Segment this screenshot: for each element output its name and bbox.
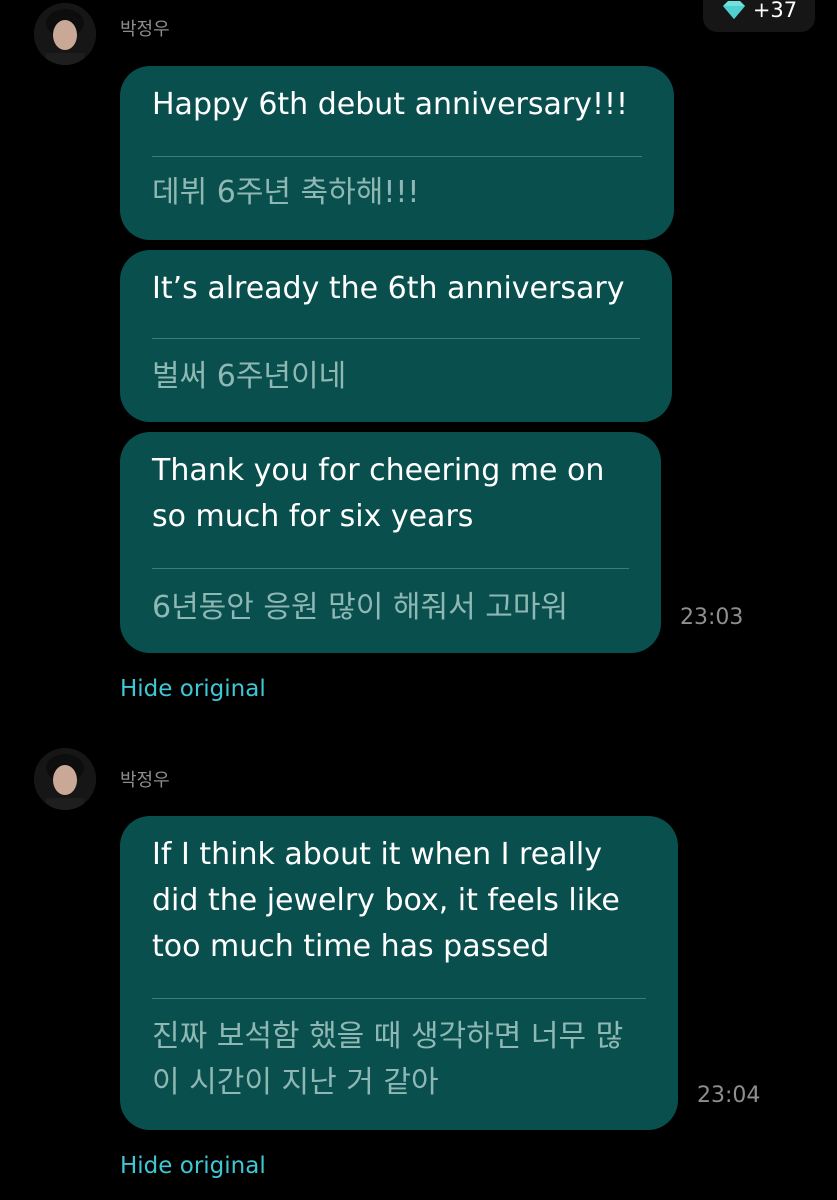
message-translation: It’s already the 6th anniversary xyxy=(152,271,625,306)
diamond-count-badge[interactable]: +37 xyxy=(703,0,815,32)
artist-avatar-icon xyxy=(34,3,96,65)
message-translation: If I think about it when I really did th… xyxy=(152,837,620,964)
artist-avatar-icon xyxy=(34,748,96,810)
message-original: 벌써 6주년이네 xyxy=(152,359,347,394)
sender-name: 박정우 xyxy=(120,19,170,40)
message-translation: Happy 6th debut anniversary!!! xyxy=(152,87,629,122)
message-bubble[interactable]: Thank you for cheering me on so much for… xyxy=(120,432,661,653)
bubble-divider xyxy=(152,338,640,339)
sender-name: 박정우 xyxy=(120,770,170,791)
message-original: 데뷔 6주년 축하해!!! xyxy=(152,175,420,210)
sender-avatar[interactable] xyxy=(34,3,96,65)
message-timestamp: 23:03 xyxy=(680,605,744,630)
sender-avatar[interactable] xyxy=(34,748,96,810)
bubble-divider xyxy=(152,156,642,157)
diamond-icon xyxy=(722,1,745,19)
message-timestamp: 23:04 xyxy=(697,1083,761,1108)
bubble-divider xyxy=(152,568,629,569)
hide-original-button[interactable]: Hide original xyxy=(120,675,266,703)
message-original: 진짜 보석함 했을 때 생각하면 너무 많 이 시간이 지난 거 같아 xyxy=(152,1019,624,1100)
message-bubble[interactable]: It’s already the 6th anniversary 벌써 6주년이… xyxy=(120,250,672,422)
message-translation: Thank you for cheering me on so much for… xyxy=(152,453,605,534)
hide-original-button[interactable]: Hide original xyxy=(120,1152,266,1180)
bubble-divider xyxy=(152,998,646,999)
message-bubble[interactable]: If I think about it when I really did th… xyxy=(120,816,678,1130)
message-original: 6년동안 응원 많이 해줘서 고마워 xyxy=(152,590,569,625)
message-bubble[interactable]: Happy 6th debut anniversary!!! 데뷔 6주년 축하… xyxy=(120,66,674,240)
diamond-count: +37 xyxy=(752,0,798,22)
